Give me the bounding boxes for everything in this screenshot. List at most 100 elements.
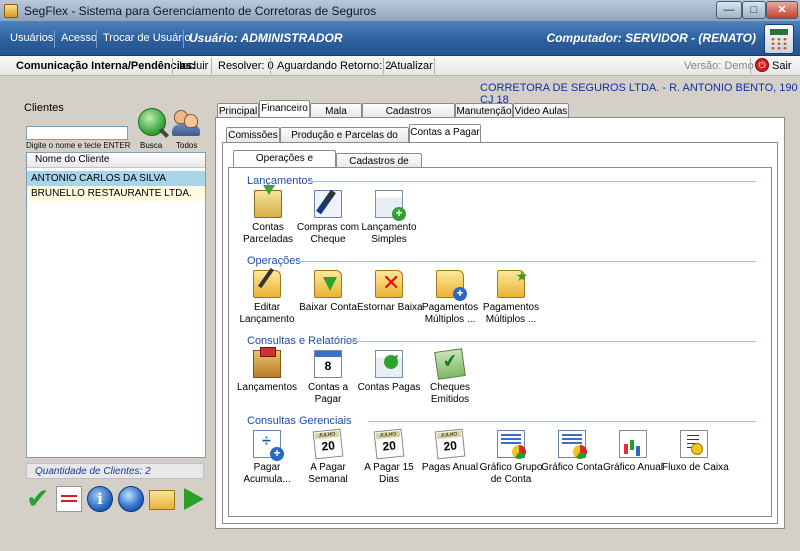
item-label: Lançamento [239, 314, 295, 325]
menu-acesso[interactable]: Acesso [61, 32, 97, 44]
window-add-icon [375, 190, 406, 221]
item-label: de Conta [490, 474, 532, 485]
item-label: Simples [371, 234, 407, 245]
editar-lancamento-button[interactable]: Editar Lançamento [235, 270, 299, 326]
folder-add-icon [436, 270, 467, 301]
item-label: Contas a [307, 382, 349, 393]
tab-contas-a-pagar[interactable]: Contas a Pagar [409, 124, 481, 143]
item-label: Pagas Anual [421, 462, 479, 473]
item-label: Editar [253, 302, 281, 313]
maximize-button[interactable]: □ [742, 1, 766, 19]
next-arrow-icon[interactable] [180, 486, 206, 512]
sair-button[interactable]: Sair [772, 60, 792, 72]
app-icon [4, 4, 18, 18]
search-icon[interactable] [138, 108, 166, 136]
item-label: Gráfico Conta [541, 462, 603, 473]
client-list[interactable]: Nome do Cliente ANTONIO CARLOS DA SILVA … [26, 152, 206, 458]
bar-chart-icon [619, 430, 647, 458]
lancamento-simples-button[interactable]: Lançamento Simples [357, 190, 421, 246]
info-icon[interactable]: i [87, 486, 113, 512]
contas-a-pagar-report-button[interactable]: 8 Contas a Pagar [296, 350, 360, 406]
computer-name: Computador: SERVIDOR - (RENATO) [546, 31, 756, 45]
section-divider [298, 261, 756, 262]
a-pagar-15-dias-button[interactable]: JULHO 20 A Pagar 15 Dias [357, 428, 421, 486]
estornar-baixa-button[interactable]: Estornar Baixa [357, 270, 423, 314]
client-row[interactable]: BRUNELLO RESTAURANTE LTDA. [27, 186, 205, 201]
item-label: Emitidos [430, 394, 470, 405]
folder-download-icon [314, 270, 342, 298]
item-label: Estornar Baixa [357, 302, 423, 313]
version-label: Versão: Demo [684, 60, 754, 72]
calendar-page-icon: JULHO 20 [312, 428, 344, 460]
cheques-emitidos-button[interactable]: Cheques Emitidos [418, 348, 482, 406]
compras-cheque-button[interactable]: Compras com Cheque [296, 190, 360, 246]
client-name-column-header[interactable]: Nome do Cliente [27, 153, 205, 168]
clients-panel: Clientes Digite o nome e tecle ENTER Bus… [22, 100, 207, 526]
item-label: Cheque [310, 234, 346, 245]
a-pagar-semanal-button[interactable]: JULHO 20 A Pagar Semanal [296, 428, 360, 486]
section-gerenciais-title: Consultas Gerenciais [247, 415, 352, 427]
communication-toolbar: Comunicação Interna/Pendências: Incluir … [0, 56, 800, 76]
client-search-input[interactable] [26, 126, 128, 140]
menu-usuarios[interactable]: Usuários [10, 32, 53, 44]
contas-parceladas-button[interactable]: Contas Parceladas [236, 185, 300, 246]
toolbar-separator [434, 58, 435, 74]
section-divider [310, 181, 756, 182]
minimize-button[interactable]: — [716, 1, 742, 19]
folder-delete-icon [375, 270, 403, 298]
grafico-anual-button[interactable]: Gráfico Anual [601, 430, 665, 474]
pagas-anual-button[interactable]: JULHO 20 Pagas Anual [418, 428, 482, 474]
item-label: Cheques [429, 382, 471, 393]
power-icon[interactable]: ⏻ [755, 58, 769, 72]
section-divider [368, 421, 756, 422]
contas-pagas-button[interactable]: Contas Pagas [357, 350, 421, 394]
calculator-icon[interactable] [764, 24, 794, 54]
client-count-box: Quantidade de Clientes: 2 [26, 463, 204, 479]
menu-trocar-usuario[interactable]: Trocar de Usuário [103, 32, 191, 44]
chart-account-icon [558, 430, 587, 459]
toolbar-separator [172, 58, 173, 74]
incluir-button[interactable]: Incluir [179, 60, 208, 72]
section-consultas-title: Consultas e Relatórios [247, 335, 358, 347]
close-button[interactable]: ✕ [766, 1, 798, 19]
toolbar-separator [270, 58, 271, 74]
pagamentos-multiplos-2-button[interactable]: Pagamentos Múltiplos ... [479, 269, 543, 326]
item-label: Dias [378, 474, 399, 485]
atualizar-button[interactable]: Atualizar [390, 60, 433, 72]
grafico-conta-button[interactable]: Gráfico Conta [540, 430, 604, 474]
calendar-page-icon: JULHO 20 [373, 428, 405, 460]
item-label: Lançamento [361, 222, 417, 233]
drawer-icon [254, 185, 282, 218]
item-label: Acumula... [243, 474, 291, 485]
menu-bar: Usuários Acesso Trocar de Usuário Usuári… [0, 22, 800, 56]
menu-separator [54, 30, 55, 48]
pagamentos-multiplos-button[interactable]: Pagamentos Múltiplos ... [418, 270, 482, 326]
calendar-day: 20 [442, 438, 458, 454]
aguardando-button[interactable]: Aguardando Retorno: 2 [277, 60, 391, 72]
mail-icon[interactable] [149, 490, 175, 510]
todos-label[interactable]: Todos [176, 141, 197, 150]
confirm-check-icon[interactable] [26, 482, 52, 515]
grafico-grupo-conta-button[interactable]: Gráfico Grupo de Conta [479, 430, 543, 486]
client-row[interactable]: ANTONIO CARLOS DA SILVA [27, 171, 205, 186]
fluxo-de-caixa-button[interactable]: Fluxo de Caixa [662, 430, 729, 474]
lancamentos-report-button[interactable]: Lançamentos [235, 347, 299, 394]
item-label: Fluxo de Caixa [662, 462, 729, 473]
item-label: Pagamentos [482, 302, 540, 313]
board-icon[interactable] [56, 486, 82, 512]
calendar-page-icon: JULHO 20 [434, 428, 466, 460]
pagar-acumulado-button[interactable]: Pagar Acumula... [235, 430, 299, 486]
item-label: Pagar [253, 462, 281, 473]
clients-group-label: Clientes [24, 102, 64, 114]
item-label: Contas [252, 222, 284, 233]
resolver-button[interactable]: Resolver: 0 [218, 60, 274, 72]
busca-label[interactable]: Busca [140, 141, 162, 150]
cash-flow-icon [680, 430, 708, 458]
item-label: Gráfico Anual [602, 462, 664, 473]
globe-icon[interactable] [118, 486, 144, 512]
search-hint: Digite o nome e tecle ENTER [26, 141, 131, 150]
folder-edit-icon [253, 270, 281, 298]
baixar-conta-button[interactable]: Baixar Conta [296, 270, 360, 314]
menu-separator [183, 30, 184, 48]
users-icon[interactable] [172, 108, 202, 138]
